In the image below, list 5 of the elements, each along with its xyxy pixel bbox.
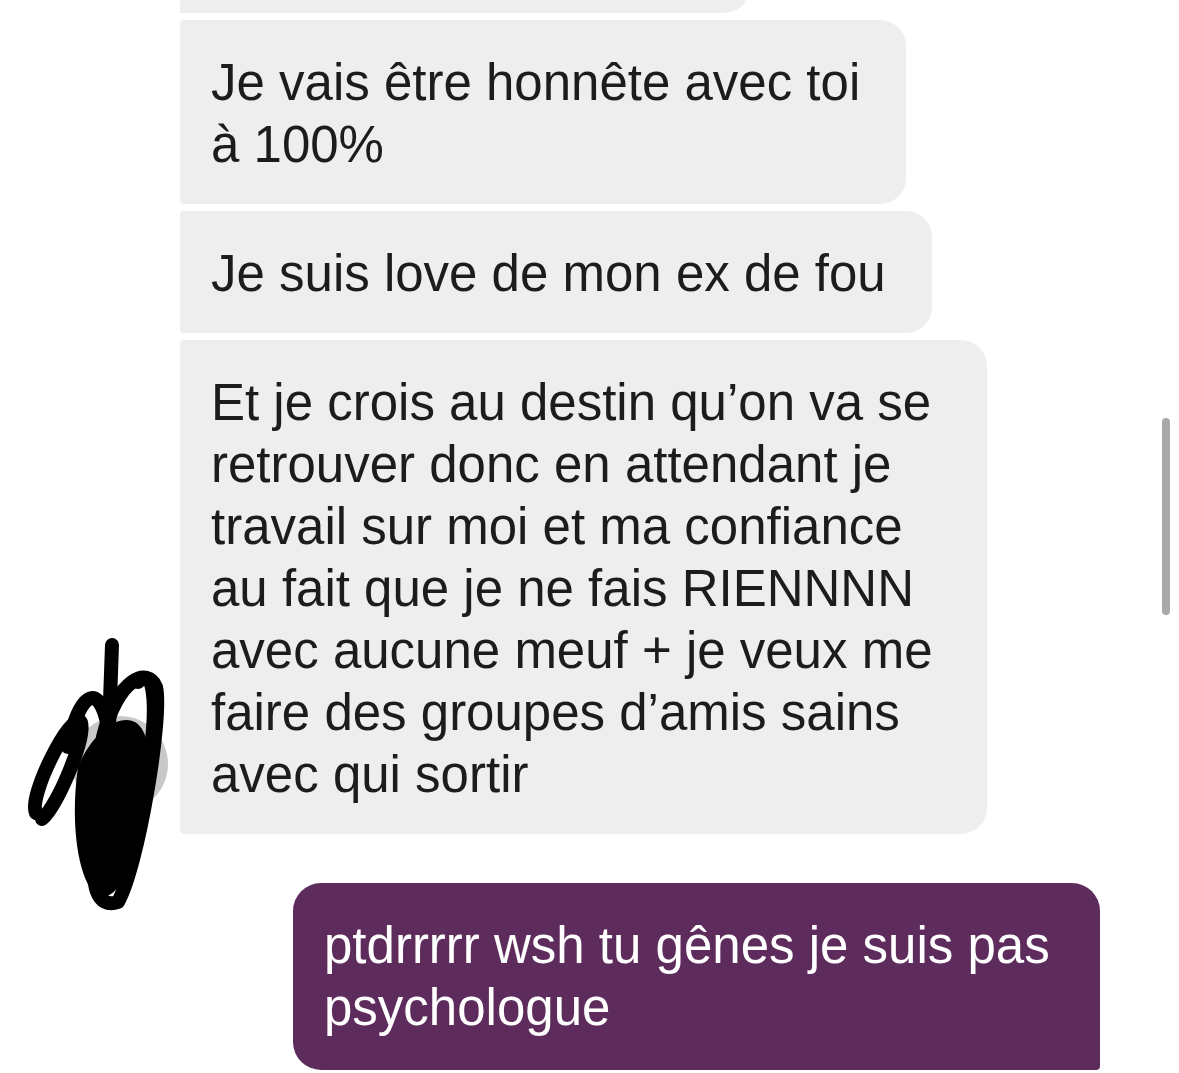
message-bubble: Je suis love de mon ex de fou [180, 211, 932, 333]
message-bubble: ptdrrrrr wsh tu gênes je suis pas psychologue [293, 883, 1100, 1070]
message-bubble: Et je crois au destin qu’on va se retrouver donc en attendant je travail sur moi et ma confiance au fait que je ne fais RIENNNN avec aucune meuf + je veux me faire des groupes d’amis sains avec qui sortir [180, 340, 987, 834]
message-bubble: Je vais être honnête avec toi à 100% [180, 20, 907, 204]
scrollbar[interactable] [1162, 418, 1170, 615]
